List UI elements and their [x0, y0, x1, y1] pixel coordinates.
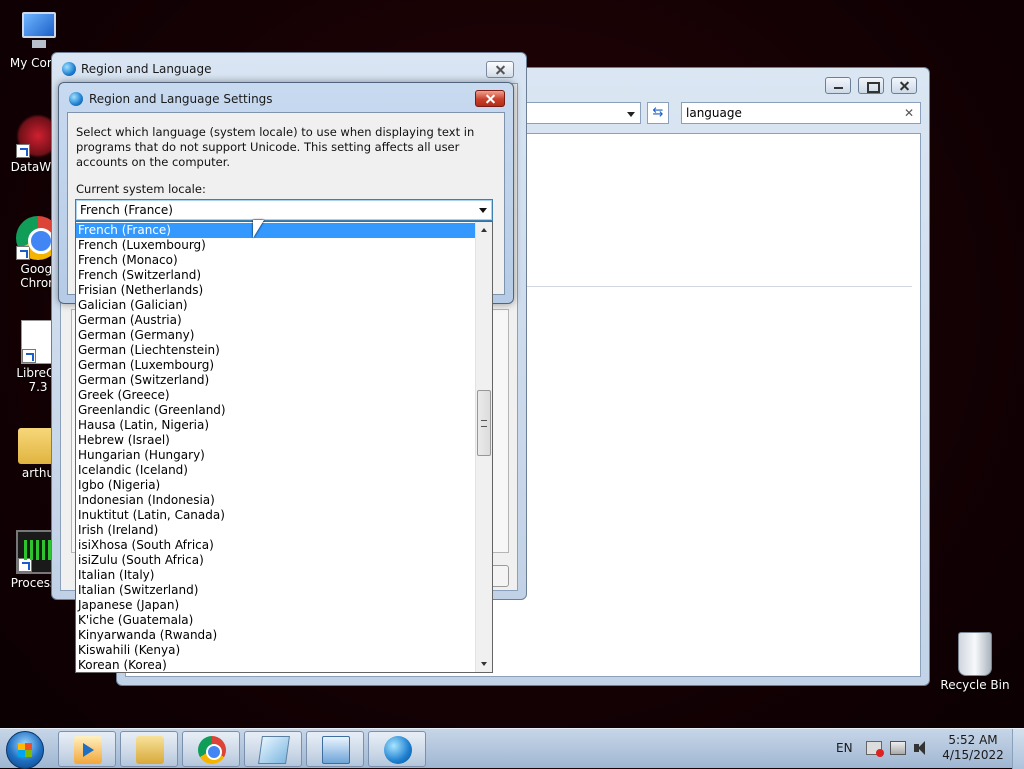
- locale-option[interactable]: Korean (Korea): [76, 658, 475, 672]
- locale-option[interactable]: Frisian (Netherlands): [76, 283, 475, 298]
- scroll-up-icon[interactable]: [476, 222, 492, 238]
- taskbar-button-explorer[interactable]: [120, 731, 178, 767]
- shortcut-arrow-icon: [16, 144, 30, 158]
- chevron-down-icon[interactable]: [627, 112, 635, 117]
- locale-option[interactable]: Kiswahili (Kenya): [76, 643, 475, 658]
- window-switcher-icon: [258, 736, 290, 764]
- document-icon: [21, 320, 55, 364]
- minimize-button[interactable]: [825, 77, 851, 94]
- locale-option[interactable]: Hausa (Latin, Nigeria): [76, 418, 475, 433]
- window-title: Region and Language: [81, 62, 212, 76]
- locale-option[interactable]: Hebrew (Israel): [76, 433, 475, 448]
- locale-option[interactable]: Igbo (Nigeria): [76, 478, 475, 493]
- mouse-cursor-icon: [253, 220, 264, 238]
- close-button[interactable]: [891, 77, 917, 94]
- desktop-icon-recycle-bin[interactable]: Recycle Bin: [937, 632, 1013, 692]
- locale-option[interactable]: German (Germany): [76, 328, 475, 343]
- clock-date: 4/15/2022: [942, 748, 1004, 762]
- locale-option[interactable]: isiZulu (South Africa): [76, 553, 475, 568]
- network-icon[interactable]: [890, 741, 906, 755]
- close-button[interactable]: [486, 61, 514, 78]
- media-player-icon: [74, 736, 102, 764]
- locale-options: French (France) French (Luxembourg) French…: [76, 223, 475, 672]
- close-button[interactable]: [475, 90, 505, 107]
- taskbar-button-region-language[interactable]: [368, 731, 426, 767]
- locale-label: Current system locale:: [76, 182, 206, 196]
- chrome-icon: [198, 736, 226, 764]
- scrollbar[interactable]: [475, 222, 492, 672]
- taskbar: EN 5:52 AM 4/15/2022: [0, 728, 1024, 769]
- file-explorer-icon: [136, 736, 164, 764]
- locale-option[interactable]: Italian (Switzerland): [76, 583, 475, 598]
- scroll-down-icon[interactable]: [476, 656, 492, 672]
- taskbar-button-media-player[interactable]: [58, 731, 116, 767]
- locale-option[interactable]: German (Switzerland): [76, 373, 475, 388]
- scrollbar-thumb[interactable]: [477, 390, 491, 456]
- globe-icon: [69, 92, 83, 106]
- clock-time: 5:52 AM: [948, 733, 998, 747]
- volume-icon[interactable]: [914, 741, 930, 755]
- refresh-button[interactable]: ⇆: [647, 102, 669, 124]
- locale-option[interactable]: Inuktitut (Latin, Canada): [76, 508, 475, 523]
- desktop-icon-label: Recycle Bin: [940, 678, 1010, 692]
- locale-option[interactable]: French (Monaco): [76, 253, 475, 268]
- computer-icon: [16, 10, 60, 54]
- dialog-description: Select which language (system locale) to…: [76, 125, 475, 169]
- locale-option[interactable]: K'iche (Guatemala): [76, 613, 475, 628]
- dialog-title: Region and Language Settings: [89, 92, 273, 106]
- locale-option[interactable]: Greenlandic (Greenland): [76, 403, 475, 418]
- clock[interactable]: 5:52 AM 4/15/2022: [940, 733, 1006, 763]
- region-language-icon: [384, 736, 412, 764]
- locale-option[interactable]: German (Austria): [76, 313, 475, 328]
- locale-option[interactable]: French (Luxembourg): [76, 238, 475, 253]
- locale-option[interactable]: Kinyarwanda (Rwanda): [76, 628, 475, 643]
- shortcut-arrow-icon: [18, 558, 32, 572]
- locale-dropdown-list[interactable]: French (France) French (Luxembourg) French…: [75, 221, 493, 673]
- taskbar-button-control-panel[interactable]: [306, 731, 364, 767]
- locale-option[interactable]: French (Switzerland): [76, 268, 475, 283]
- maximize-button[interactable]: [858, 77, 884, 94]
- globe-icon: [62, 62, 76, 76]
- refresh-icon: ⇆: [652, 105, 664, 120]
- clear-search-icon[interactable]: ✕: [904, 103, 914, 123]
- divider: [496, 286, 912, 287]
- locale-option[interactable]: Indonesian (Indonesia): [76, 493, 475, 508]
- locale-option[interactable]: French (France): [76, 223, 475, 238]
- shortcut-arrow-icon: [16, 246, 30, 260]
- search-input[interactable]: language ✕: [681, 102, 921, 124]
- locale-option[interactable]: Icelandic (Iceland): [76, 463, 475, 478]
- recycle-bin-icon: [958, 632, 992, 676]
- locale-option[interactable]: Galician (Galician): [76, 298, 475, 313]
- locale-option[interactable]: German (Liechtenstein): [76, 343, 475, 358]
- control-panel-icon: [322, 736, 350, 764]
- system-locale-select[interactable]: French (France): [75, 199, 493, 221]
- locale-option[interactable]: Japanese (Japan): [76, 598, 475, 613]
- locale-option[interactable]: Greek (Greece): [76, 388, 475, 403]
- locale-option[interactable]: Irish (Ireland): [76, 523, 475, 538]
- locale-option[interactable]: isiXhosa (South Africa): [76, 538, 475, 553]
- taskbar-button-chrome[interactable]: [182, 731, 240, 767]
- language-indicator[interactable]: EN: [836, 741, 853, 755]
- search-input-value: language: [686, 106, 742, 120]
- show-desktop-button[interactable]: [1012, 729, 1024, 769]
- selected-locale: French (France): [80, 203, 173, 217]
- locale-option[interactable]: German (Luxembourg): [76, 358, 475, 373]
- chevron-down-icon[interactable]: [479, 208, 487, 213]
- action-center-icon[interactable]: [866, 741, 884, 757]
- address-bar[interactable]: [517, 102, 641, 124]
- taskbar-button-switcher[interactable]: [244, 731, 302, 767]
- locale-option[interactable]: Hungarian (Hungary): [76, 448, 475, 463]
- start-button[interactable]: [6, 731, 44, 769]
- shortcut-arrow-icon: [22, 349, 36, 363]
- locale-option[interactable]: Italian (Italy): [76, 568, 475, 583]
